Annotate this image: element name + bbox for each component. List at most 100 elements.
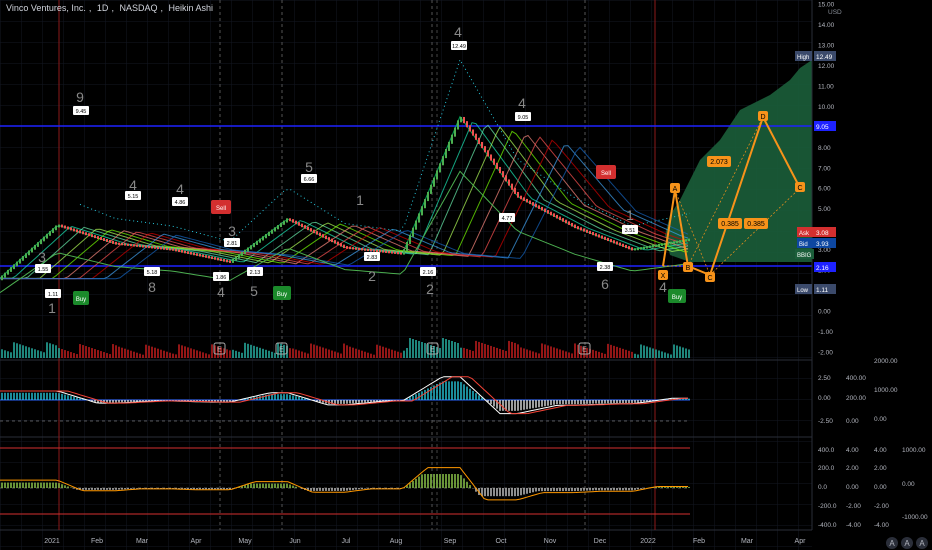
macd-histogram-bar <box>295 396 297 400</box>
nav-button[interactable]: A <box>916 537 928 549</box>
macd-histogram-bar <box>73 396 75 400</box>
osc-histogram-bar <box>541 488 543 492</box>
candle <box>280 222 282 228</box>
volume-bar <box>139 353 141 358</box>
osc-histogram-bar <box>535 488 537 492</box>
volume-bar <box>511 341 513 358</box>
candle <box>529 200 531 205</box>
time-tick: Apr <box>191 538 203 545</box>
volume-bar <box>661 351 663 358</box>
macd-histogram-bar <box>511 400 513 411</box>
osc-histogram-bar <box>544 488 546 492</box>
volume-bar <box>529 350 531 358</box>
osc-histogram-bar <box>532 488 534 493</box>
osc-histogram-bar <box>436 474 438 488</box>
volume-bar <box>229 350 231 358</box>
volume-bar <box>163 350 165 358</box>
osc-histogram-bar <box>610 488 612 491</box>
volume-bar <box>397 351 399 358</box>
nav-button[interactable]: A <box>886 537 898 549</box>
volume-bar <box>508 340 510 358</box>
osc-tick: -2.00 <box>874 503 889 510</box>
td-count: 4 <box>129 177 137 193</box>
macd-histogram-bar <box>64 394 66 400</box>
osc-histogram-bar <box>250 483 252 488</box>
candle <box>607 237 609 242</box>
volume-bar <box>481 342 483 358</box>
osc-histogram-bar <box>469 485 471 488</box>
volume-bar <box>637 354 639 358</box>
candle <box>334 240 336 244</box>
volume-bar <box>268 350 270 358</box>
macd-histogram-bar <box>502 400 504 411</box>
time-tick: Sep <box>444 538 457 545</box>
price-label: 2.83 <box>367 255 378 261</box>
volume-bar <box>607 343 609 358</box>
candle <box>46 233 48 239</box>
macd-histogram-bar <box>52 392 54 400</box>
currency-label: USD <box>828 9 842 16</box>
macd-histogram-bar <box>577 400 579 405</box>
macd-histogram-bar <box>445 381 447 400</box>
volume-bar <box>538 353 540 358</box>
osc-histogram-bar <box>487 488 489 497</box>
osc-histogram-bar <box>247 484 249 488</box>
macd-histogram-bar <box>526 400 528 410</box>
candle <box>382 250 384 253</box>
price-label: 1.86 <box>216 275 227 281</box>
candle <box>436 170 438 180</box>
osc-histogram-bar <box>604 488 606 491</box>
osc-histogram-bar <box>511 488 513 497</box>
price-label: 5.15 <box>128 194 139 200</box>
osc-histogram-bar <box>538 488 540 492</box>
price-label: 9.05 <box>518 115 529 121</box>
volume-bar <box>418 341 420 358</box>
chart-canvas[interactable]: X A B C D C 2.073 0.385 0.385 Buy Buy Bu… <box>0 0 932 550</box>
price-tick: 13.00 <box>818 42 835 49</box>
candle <box>319 232 321 237</box>
candle <box>175 248 177 252</box>
candle <box>649 245 651 249</box>
candle <box>28 250 30 256</box>
volume-bar <box>670 354 672 358</box>
osc-histogram-bar <box>607 488 609 491</box>
macd-histogram-bar <box>25 392 27 400</box>
volume-bar <box>97 350 99 358</box>
macd-histogram-bar <box>352 400 354 404</box>
volume-bar <box>442 338 444 358</box>
td-count: 2 <box>368 268 376 284</box>
interval-label: 1D <box>96 3 109 13</box>
candle <box>130 243 132 247</box>
candle <box>385 250 387 253</box>
candle <box>268 231 270 237</box>
volume-bar <box>373 354 375 358</box>
volume-bar <box>1 349 3 358</box>
macd-histogram-bar <box>532 400 534 409</box>
macd-histogram-bar <box>4 392 6 400</box>
volume-bar <box>565 351 567 358</box>
macd-histogram-bar <box>220 400 222 402</box>
macd-histogram-bar <box>688 398 690 400</box>
volume-bar <box>121 347 123 358</box>
td-count: 1 <box>626 207 634 223</box>
buy-signal: Buy <box>277 292 287 298</box>
candle <box>37 242 39 247</box>
volume-bar <box>532 351 534 358</box>
price-label: 5.18 <box>147 270 158 276</box>
volume-bar <box>595 350 597 358</box>
macd-histogram-bar <box>616 400 618 404</box>
candle <box>397 251 399 255</box>
osc-histogram-bar <box>499 488 501 497</box>
price-tick: 7.00 <box>818 165 831 172</box>
symbol-title[interactable]: Vinco Ventures, Inc., 1D, NASDAQ, Heikin… <box>6 3 216 13</box>
candle <box>673 241 675 244</box>
candle <box>226 259 228 263</box>
osc-histogram-bar <box>112 488 114 490</box>
osc-histogram-bar <box>334 488 336 491</box>
td-count: 9 <box>76 89 84 105</box>
volume-bar <box>247 343 249 358</box>
td-count: 8 <box>148 279 156 295</box>
macd-histogram-bar <box>277 394 279 400</box>
nav-button[interactable]: A <box>901 537 913 549</box>
macd-histogram-bar <box>373 400 375 402</box>
